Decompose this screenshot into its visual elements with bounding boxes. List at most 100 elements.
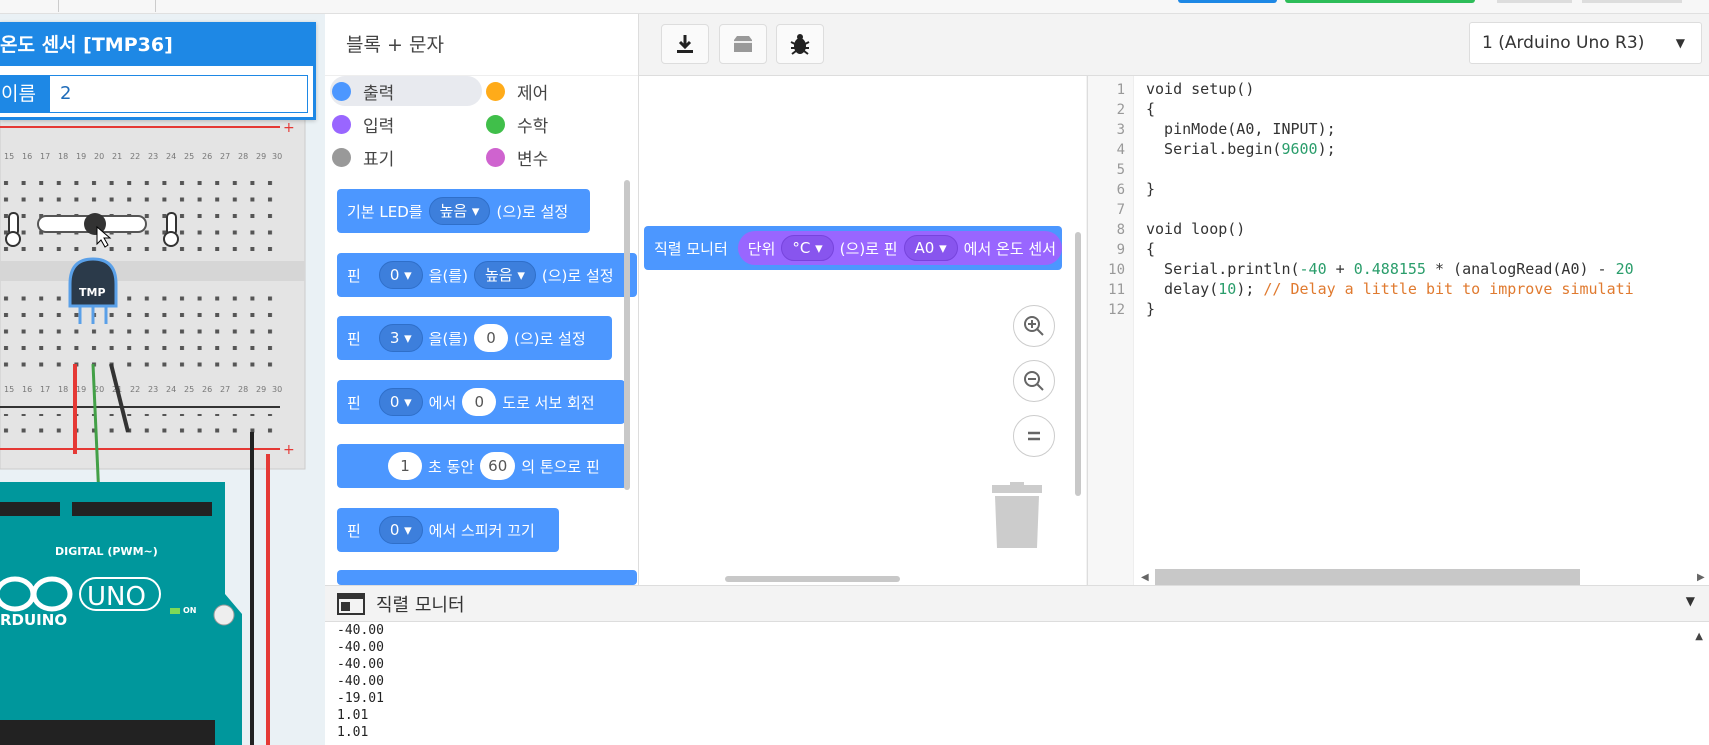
download-button[interactable] xyxy=(661,24,709,64)
serial-output-line: 1.01 xyxy=(337,725,369,740)
toolbar-button[interactable] xyxy=(1497,0,1572,3)
pin-dropdown[interactable]: 0 ▾ xyxy=(378,261,423,289)
value-input[interactable]: 0 xyxy=(473,324,508,352)
palette-scrollbar[interactable] xyxy=(624,180,630,490)
svg-text:24: 24 xyxy=(166,385,176,394)
svg-text:+: + xyxy=(283,442,295,458)
svg-text:22: 22 xyxy=(130,385,140,394)
block-speaker-off[interactable]: 핀 0 ▾ 에서 스피커 끄기 xyxy=(337,508,559,552)
board-select[interactable]: 1 (Arduino Uno R3) ▼ xyxy=(1469,22,1702,64)
block-set-builtin-led[interactable]: 기본 LED를 높음 ▾ (으)로 설정 xyxy=(337,189,590,233)
category-variables[interactable]: 변수 xyxy=(486,142,548,172)
category-control[interactable]: 제어 xyxy=(486,76,548,106)
category-label: 출력 xyxy=(363,83,395,104)
editor-horizontal-scrollbar[interactable] xyxy=(1155,569,1580,586)
scroll-right-icon[interactable]: ▶ xyxy=(1697,572,1705,583)
zoom-reset-button[interactable] xyxy=(1013,415,1055,457)
serial-monitor-header[interactable]: 직렬 모니터 ▼ xyxy=(325,585,1709,621)
block-play-tone[interactable]: 1 초 동안 60 의 톤으로 핀 xyxy=(337,444,627,488)
debugger-button[interactable] xyxy=(776,24,824,64)
svg-text:30: 30 xyxy=(272,385,282,394)
unit-dropdown[interactable]: °C ▾ xyxy=(781,235,834,261)
code-line[interactable]: } xyxy=(1146,180,1155,198)
block-set-pin-digital[interactable]: 핀 0 ▾ 을(를) 높음 ▾ (으)로 설정 xyxy=(337,253,637,297)
level-dropdown[interactable]: 높음 ▾ xyxy=(428,197,491,225)
window-icon xyxy=(337,593,365,615)
scroll-up-icon[interactable]: ▲ xyxy=(1695,631,1703,642)
pin-dropdown[interactable]: A0 ▾ xyxy=(903,235,958,261)
block-rotate-servo[interactable]: 핀 0 ▾ 에서 0 도로 서보 회전 xyxy=(337,380,625,424)
chevron-down-icon[interactable]: ▼ xyxy=(1686,594,1695,608)
workspace-horizontal-scrollbar[interactable] xyxy=(725,576,900,582)
category-notation[interactable]: 표기 xyxy=(332,142,394,172)
on-led-label: ON xyxy=(183,606,197,615)
serial-output-line: -40.00 xyxy=(337,640,384,655)
angle-input[interactable]: 0 xyxy=(462,388,497,416)
line-number: 8 xyxy=(1116,222,1125,238)
code-line[interactable]: { xyxy=(1146,100,1155,118)
start-simulation-button[interactable] xyxy=(1285,0,1475,3)
category-label: 표기 xyxy=(363,149,395,170)
circuit-canvas[interactable]: + 15 16 17 18 19 20 21 22 23 24 25 26 27 28 29 30 15… xyxy=(0,14,325,745)
line-number: 7 xyxy=(1116,202,1125,218)
duration-input[interactable]: 1 xyxy=(388,452,422,480)
code-line[interactable]: Serial.begin(9600); xyxy=(1146,140,1336,158)
code-line[interactable]: } xyxy=(1146,300,1155,318)
block-partial[interactable] xyxy=(337,570,637,585)
code-line[interactable]: delay(10); // Delay a little bit to impr… xyxy=(1146,280,1634,298)
block-text: 핀 xyxy=(347,521,361,540)
notation-dot xyxy=(332,147,351,167)
block-set-pin-analog[interactable]: 핀 3 ▾ 을(를) 0 (으)로 설정 xyxy=(337,316,612,360)
code-line[interactable]: void setup() xyxy=(1146,80,1254,98)
workspace-vertical-scrollbar[interactable] xyxy=(1075,232,1081,496)
svg-text:17: 17 xyxy=(40,385,50,394)
pin-dropdown[interactable]: 0 ▾ xyxy=(378,388,423,416)
line-number: 12 xyxy=(1108,302,1125,318)
tone-input[interactable]: 60 xyxy=(480,452,516,480)
zoom-in-button[interactable] xyxy=(1013,305,1055,347)
svg-text:17: 17 xyxy=(40,152,50,161)
level-dropdown[interactable]: 높음 ▾ xyxy=(473,261,536,289)
component-inspector: 온도 센서 [TMP36] 이름 2 xyxy=(0,22,316,120)
svg-text:19: 19 xyxy=(76,385,86,394)
category-input[interactable]: 입력 xyxy=(332,109,394,139)
code-line[interactable]: Serial.println(-40 + 0.488155 * (analogR… xyxy=(1146,260,1634,278)
temp-sensor-block[interactable]: 단위 °C ▾ (으)로 핀 A0 ▾ 에서 온도 센서 xyxy=(737,231,1062,265)
name-field-label: 이름 xyxy=(1,76,50,112)
serial-output-line: -40.00 xyxy=(337,623,384,638)
line-number: 1 xyxy=(1116,82,1125,98)
block-text: 의 톤으로 핀 xyxy=(521,457,600,476)
line-number: 9 xyxy=(1116,242,1125,258)
pin-dropdown[interactable]: 0 ▾ xyxy=(378,516,423,544)
palette-mode-label[interactable]: 블록 + 문자 xyxy=(325,14,638,76)
svg-text:+: + xyxy=(283,120,295,136)
code-line[interactable]: pinMode(A0, INPUT); xyxy=(1146,120,1336,138)
output-dot xyxy=(332,81,351,101)
code-line[interactable]: void loop() xyxy=(1146,220,1245,238)
svg-text:28: 28 xyxy=(238,152,248,161)
trash-icon[interactable] xyxy=(992,482,1042,548)
category-output[interactable]: 출력 xyxy=(330,76,482,106)
code-button[interactable] xyxy=(1178,0,1277,3)
block-text: 핀 xyxy=(347,329,361,348)
zoom-out-button[interactable] xyxy=(1013,360,1055,402)
block-text: 을(를) xyxy=(428,329,468,348)
category-math[interactable]: 수학 xyxy=(486,109,548,139)
zoom-in-icon xyxy=(1024,316,1044,336)
block-serial-monitor-temp[interactable]: 직렬 모니터 단위 °C ▾ (으)로 핀 A0 ▾ 에서 온도 센서 xyxy=(644,226,1062,270)
block-text: 을(를) xyxy=(428,266,468,285)
block-text: 에서 온도 센서 xyxy=(963,239,1056,258)
toolbar-button[interactable] xyxy=(1582,0,1682,3)
pin-dropdown[interactable]: 3 ▾ xyxy=(378,324,423,352)
scroll-left-icon[interactable]: ◀ xyxy=(1141,572,1149,583)
svg-text:25: 25 xyxy=(184,152,194,161)
svg-text:22: 22 xyxy=(130,152,140,161)
toolbar-divider xyxy=(58,0,59,12)
category-label: 제어 xyxy=(517,83,549,104)
serial-monitor-title: 직렬 모니터 xyxy=(376,595,465,616)
svg-text:15: 15 xyxy=(4,385,14,394)
digital-pwm-label: DIGITAL (PWM~) xyxy=(55,545,158,558)
upload-button[interactable] xyxy=(719,24,767,64)
name-field-input[interactable]: 2 xyxy=(50,76,307,112)
code-line[interactable]: { xyxy=(1146,240,1155,258)
